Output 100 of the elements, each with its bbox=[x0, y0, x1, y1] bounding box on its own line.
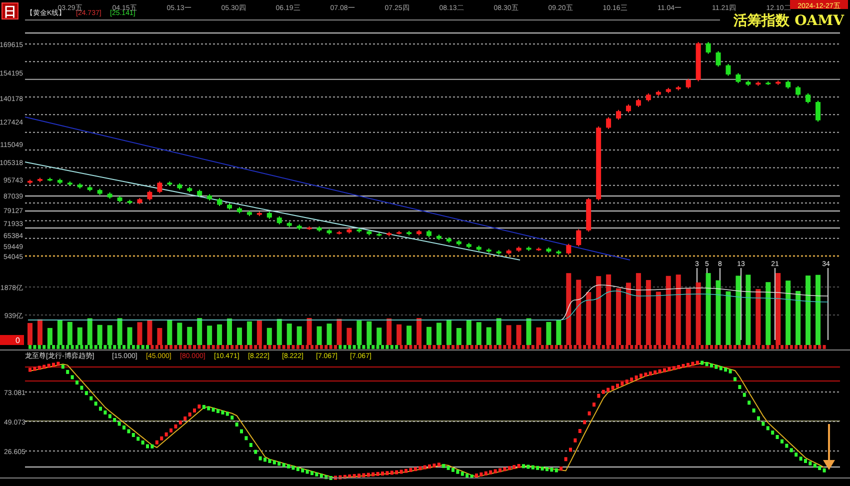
candlestick bbox=[736, 72, 741, 84]
candlestick bbox=[356, 228, 362, 234]
volume-bar bbox=[266, 328, 272, 345]
candlestick bbox=[776, 80, 781, 86]
candlestick bbox=[346, 228, 352, 234]
volume-bar bbox=[726, 291, 731, 345]
volume-bar bbox=[177, 322, 182, 345]
volume-bar bbox=[416, 318, 422, 345]
candlestick bbox=[636, 98, 641, 108]
volume-bar bbox=[97, 324, 102, 345]
candlestick bbox=[626, 104, 631, 113]
candlestick bbox=[666, 87, 671, 94]
candlestick bbox=[107, 192, 112, 200]
candlestick bbox=[336, 230, 342, 235]
volume-bar bbox=[256, 320, 262, 345]
zero-label: 0 bbox=[16, 336, 20, 345]
volume-bar bbox=[376, 328, 382, 345]
volume-bar bbox=[606, 274, 612, 345]
volume-bar bbox=[686, 288, 691, 345]
volume-bar bbox=[446, 319, 452, 345]
candlestick bbox=[187, 186, 192, 193]
volume-bar bbox=[666, 276, 671, 345]
candlestick bbox=[536, 246, 542, 252]
volume-bar bbox=[366, 321, 372, 345]
volume-bar bbox=[766, 282, 771, 345]
candlestick bbox=[276, 216, 282, 225]
logo-badge[interactable]: 日 bbox=[2, 2, 18, 20]
candlestick bbox=[816, 100, 821, 122]
candlestick bbox=[157, 180, 162, 194]
candlestick bbox=[127, 199, 132, 205]
candlestick bbox=[296, 224, 302, 230]
volume-bar bbox=[716, 280, 721, 345]
candlestick bbox=[766, 80, 771, 86]
volume-bar bbox=[236, 328, 242, 345]
candlestick bbox=[436, 234, 442, 240]
candlestick bbox=[406, 230, 412, 236]
volume-bar bbox=[296, 326, 302, 345]
candlestick bbox=[246, 210, 252, 217]
volume-bar bbox=[436, 322, 442, 345]
candlestick bbox=[416, 230, 422, 236]
volume-bar bbox=[187, 326, 192, 345]
volume-bar bbox=[286, 324, 292, 345]
volume-bar bbox=[77, 327, 82, 345]
volume-bar bbox=[496, 318, 502, 345]
candlestick bbox=[756, 80, 761, 86]
volume-bar bbox=[466, 320, 472, 345]
down-arrow-icon bbox=[823, 424, 835, 470]
volume-bar bbox=[796, 290, 801, 345]
volume-bar bbox=[57, 320, 62, 345]
candlestick bbox=[586, 197, 592, 232]
candlestick bbox=[67, 180, 72, 186]
volume-bar bbox=[476, 322, 482, 345]
candlestick bbox=[806, 92, 811, 104]
volume-bar bbox=[386, 318, 392, 345]
candlestick bbox=[177, 182, 182, 190]
volume-bar bbox=[616, 288, 622, 345]
candlestick bbox=[137, 197, 142, 205]
candlestick bbox=[476, 245, 482, 252]
volume-bar bbox=[736, 276, 741, 345]
volume-bar bbox=[47, 328, 52, 345]
volume-bar bbox=[227, 318, 232, 345]
candlestick bbox=[57, 178, 62, 184]
candlestick bbox=[87, 186, 92, 192]
candlestick bbox=[556, 250, 562, 256]
volume-bar bbox=[626, 282, 631, 345]
candlestick bbox=[726, 64, 731, 76]
candlestick bbox=[656, 90, 661, 96]
volume-bar bbox=[806, 276, 811, 345]
candlestick bbox=[496, 250, 502, 256]
volume-bar bbox=[776, 273, 781, 345]
volume-bar bbox=[746, 274, 751, 345]
volume-bar bbox=[316, 326, 322, 345]
volume-bar bbox=[356, 320, 362, 345]
volume-bar bbox=[426, 326, 432, 345]
candlestick bbox=[576, 228, 582, 247]
candlestick bbox=[147, 190, 152, 201]
volume-bar bbox=[207, 326, 212, 345]
candlestick bbox=[227, 202, 232, 210]
volume-bar bbox=[486, 327, 492, 345]
candlestick bbox=[616, 109, 622, 120]
candlestick bbox=[426, 230, 432, 238]
candlestick bbox=[37, 177, 42, 183]
candlestick bbox=[236, 206, 242, 214]
volume-bar bbox=[167, 319, 172, 345]
candlestick bbox=[28, 179, 32, 184]
volume-bar bbox=[217, 324, 222, 345]
candlestick bbox=[47, 177, 52, 182]
volume-bar bbox=[596, 276, 602, 345]
candlestick bbox=[686, 78, 691, 90]
volume-bar bbox=[586, 292, 592, 345]
volume-bar bbox=[526, 318, 532, 345]
candlestick bbox=[316, 226, 322, 232]
volume-bar bbox=[396, 324, 402, 345]
candlestick bbox=[207, 194, 212, 201]
volume-bar bbox=[816, 274, 821, 345]
volume-bar bbox=[516, 324, 522, 345]
candlestick bbox=[606, 116, 612, 130]
candlestick bbox=[506, 248, 512, 256]
candlestick bbox=[197, 189, 202, 198]
candlestick bbox=[526, 246, 532, 252]
